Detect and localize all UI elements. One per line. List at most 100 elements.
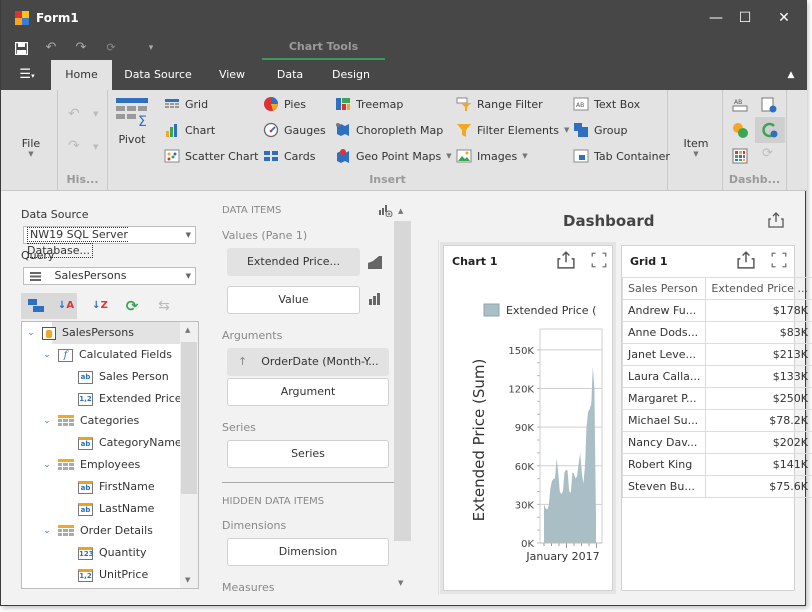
geo-point-maps-button[interactable]: Geo Point Maps ▼: [335, 146, 452, 166]
tree-node[interactable]: ab Sales Person: [78, 366, 169, 388]
area-series-type-icon[interactable]: [368, 255, 382, 269]
sort-ascending-button[interactable]: ↓A: [53, 293, 79, 319]
customize-qat-icon[interactable]: ▾: [141, 39, 161, 57]
grid-row[interactable]: Robert King $141K: [621, 453, 812, 476]
choropleth-map-button[interactable]: Choropleth Map: [335, 120, 443, 140]
grid-row[interactable]: Michael Su... $78.2K: [621, 409, 812, 432]
refresh-fields-button[interactable]: ⟳: [119, 293, 145, 319]
maximize-button[interactable]: ☐: [730, 8, 760, 28]
tree-node[interactable]: ⌄ Categories: [42, 410, 139, 432]
field-list-tree[interactable]: ⌄ SalesPersons ⌄ f Calculated Fields ab …: [21, 321, 199, 589]
chevron-down-icon[interactable]: ⌄: [42, 410, 52, 432]
currency-icon[interactable]: [732, 122, 748, 138]
color-scheme-icon[interactable]: [732, 148, 748, 164]
redo-icon[interactable]: ↷: [68, 138, 80, 154]
pies-button[interactable]: Pies: [263, 94, 306, 114]
treemap-button[interactable]: Treemap: [335, 94, 403, 114]
tree-node[interactable]: ab FirstName: [78, 476, 155, 498]
tree-node[interactable]: ⌄ f Calculated Fields: [42, 344, 172, 366]
scroll-down-icon[interactable]: ▼: [185, 576, 190, 584]
undo-icon[interactable]: ↶: [68, 106, 80, 122]
chevron-down-icon[interactable]: ▼: [93, 110, 98, 118]
automatic-updates-button[interactable]: [755, 117, 785, 143]
images-button[interactable]: Images ▼: [456, 146, 528, 166]
tab-data-source[interactable]: Data Source: [119, 60, 197, 90]
grid-row[interactable]: Janet Leve... $213K: [621, 343, 812, 366]
grid-row[interactable]: Margaret P... $250K: [621, 387, 812, 410]
grid-card[interactable]: Grid 1 Sales Person Extended Price ... A…: [621, 245, 812, 591]
chevron-down-icon[interactable]: ⌄: [42, 520, 52, 542]
export-icon[interactable]: [737, 251, 755, 269]
filter-elements-button[interactable]: Filter Elements ▼: [456, 120, 569, 140]
chart-button[interactable]: Chart: [164, 120, 215, 140]
tree-node[interactable]: 1,2 UnitPrice: [78, 564, 148, 586]
scroll-up-icon[interactable]: ▲: [398, 207, 403, 215]
chart-card[interactable]: Chart 1 Extended Price ( 0K 30K 60K 90K 120K…: [443, 245, 613, 591]
chevron-down-icon[interactable]: ⌄: [26, 322, 36, 344]
tab-container-button[interactable]: Tab Container: [573, 146, 670, 166]
undo-icon[interactable]: ↶: [41, 39, 61, 57]
tab-data[interactable]: Data: [269, 60, 311, 90]
dashboard-parameters-icon[interactable]: [761, 97, 777, 113]
app-menu-icon[interactable]: ☰▾: [11, 60, 43, 90]
minimize-button[interactable]: —: [701, 8, 731, 28]
column-header[interactable]: Extended Price ...: [705, 277, 812, 300]
file-button[interactable]: File ▼: [11, 137, 51, 158]
add-chart-series-icon[interactable]: [379, 205, 393, 217]
scrollbar-thumb[interactable]: [181, 342, 197, 494]
scroll-up-icon[interactable]: ▲: [185, 326, 190, 334]
tab-view[interactable]: View: [211, 60, 253, 90]
maximize-icon[interactable]: [590, 251, 608, 269]
column-header[interactable]: Sales Person: [621, 277, 707, 300]
tree-node[interactable]: ⌄ SalesPersons: [26, 322, 134, 344]
export-icon[interactable]: [557, 251, 575, 269]
swap-button[interactable]: ⇆: [151, 293, 177, 319]
value-placeholder[interactable]: Value: [227, 286, 360, 314]
tree-scrollbar[interactable]: ▲ ▼: [180, 322, 198, 588]
refresh-icon[interactable]: ⟳: [101, 39, 121, 57]
tree-node[interactable]: ⌄ Order Details: [42, 520, 153, 542]
redo-icon[interactable]: ↷: [71, 39, 91, 57]
group-button[interactable]: Group: [573, 120, 628, 140]
text-box-button[interactable]: AB Text Box: [573, 94, 640, 114]
export-icon[interactable]: [768, 212, 784, 228]
argument-item-orderdate[interactable]: ↑ OrderDate (Month-Y...: [227, 348, 389, 376]
cards-button[interactable]: Cards: [263, 146, 315, 166]
tree-node[interactable]: ⌄ Employees: [42, 454, 140, 476]
tree-node[interactable]: ab CategoryName: [78, 432, 182, 454]
tree-node[interactable]: 123 Quantity: [78, 542, 147, 564]
gauges-button[interactable]: Gauges: [263, 120, 326, 140]
maximize-icon[interactable]: [770, 251, 788, 269]
argument-placeholder[interactable]: Argument: [227, 378, 389, 406]
grid-row[interactable]: Nancy Dav... $202K: [621, 431, 812, 454]
grid-row[interactable]: Andrew Fu... $178K: [621, 299, 812, 322]
tree-node[interactable]: 1,2 Extended Price: [78, 388, 182, 410]
item-button[interactable]: Item ▼: [676, 137, 716, 158]
collapse-ribbon-icon[interactable]: ▲: [781, 60, 801, 90]
series-placeholder[interactable]: Series: [227, 440, 389, 468]
query-select[interactable]: SalesPersons ▼: [23, 267, 196, 285]
pivot-button[interactable]: Σ Pivot: [114, 98, 150, 146]
value-item-extended-price[interactable]: Extended Price...: [227, 248, 360, 276]
chevron-down-icon[interactable]: ▼: [93, 143, 98, 151]
dimension-placeholder[interactable]: Dimension: [227, 538, 389, 566]
grid-row[interactable]: Anne Dods... $83K: [621, 321, 812, 344]
grid-row[interactable]: Steven Bu... $75.6K: [621, 475, 812, 498]
tree-node[interactable]: ab LastName: [78, 498, 154, 520]
data-source-select[interactable]: NW19 SQL Server Database... ▼: [23, 226, 196, 258]
scroll-down-icon[interactable]: ▼: [398, 579, 403, 587]
bar-series-type-icon[interactable]: [369, 293, 381, 305]
close-button[interactable]: ✕: [769, 8, 799, 28]
tab-design[interactable]: Design: [325, 60, 377, 90]
refresh-icon[interactable]: ⟳: [762, 146, 773, 161]
range-filter-button[interactable]: Range Filter: [456, 94, 543, 114]
grid-button[interactable]: Grid: [164, 94, 208, 114]
group-by-table-button[interactable]: [23, 293, 49, 319]
data-items-scrollbar-thumb[interactable]: [394, 221, 411, 541]
scatter-chart-button[interactable]: Scatter Chart: [164, 146, 258, 166]
title-icon[interactable]: AB: [732, 97, 748, 113]
chevron-down-icon[interactable]: ⌄: [42, 344, 52, 366]
grid-row[interactable]: Laura Calla... $133K: [621, 365, 812, 388]
save-icon[interactable]: [11, 39, 31, 57]
chevron-down-icon[interactable]: ⌄: [42, 454, 52, 476]
